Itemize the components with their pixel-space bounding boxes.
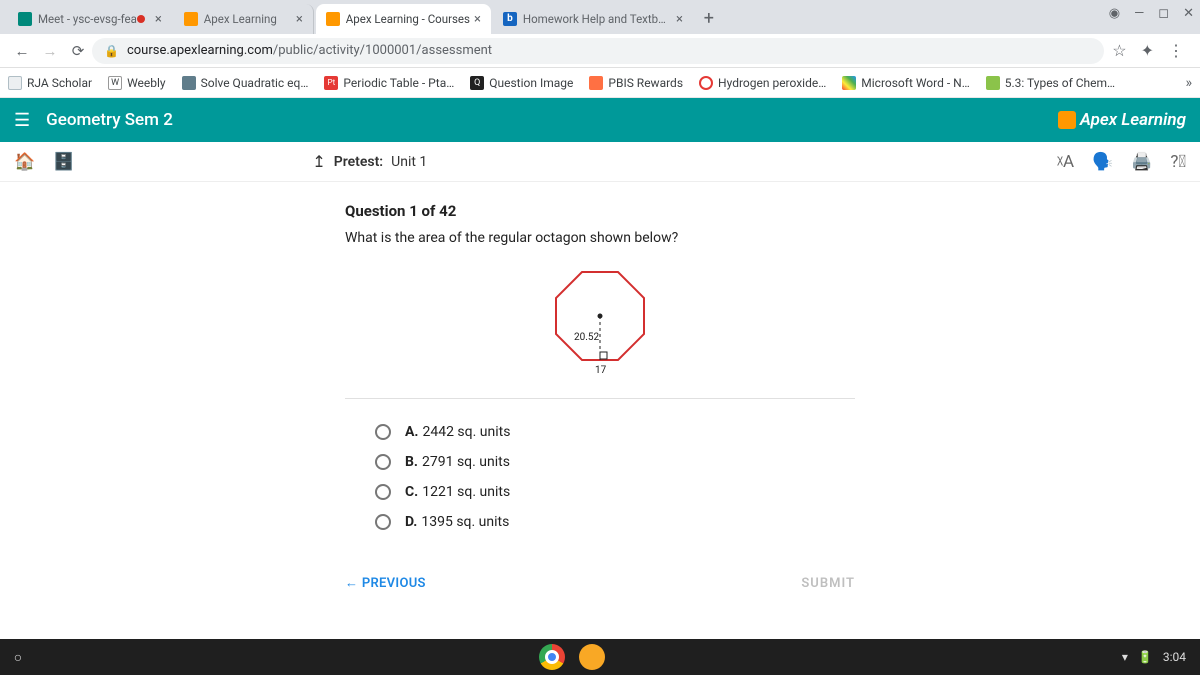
tab-title: Homework Help and Textbook S (523, 12, 672, 26)
radio-icon (375, 454, 391, 470)
calc-icon (182, 76, 196, 90)
radio-icon (375, 514, 391, 530)
tab-apex[interactable]: Apex Learning × (174, 4, 314, 34)
option-d[interactable]: D.1395 sq. units (345, 507, 855, 537)
maximize-icon[interactable]: ◻ (1158, 6, 1169, 21)
browser-tab-strip: Meet - ysc-evsg-fea × Apex Learning × Ap… (0, 0, 1200, 34)
minimize-icon[interactable]: — (1134, 6, 1144, 21)
apex-icon (184, 12, 198, 26)
close-icon[interactable]: × (155, 12, 162, 27)
bookmarks-bar: RJA Scholar WWeebly Solve Quadratic eq… … (0, 68, 1200, 98)
weebly-icon: W (108, 76, 122, 90)
window-controls: ◉ — ◻ ✕ (1109, 6, 1194, 21)
bookmark-pbis[interactable]: PBIS Rewards (589, 76, 683, 90)
question-prompt: What is the area of the regular octagon … (345, 230, 855, 246)
tab-title: Apex Learning - Courses (346, 12, 470, 26)
option-c[interactable]: C.1221 sq. units (345, 477, 855, 507)
battery-icon: 🔋 (1138, 650, 1153, 664)
bookmark-rja[interactable]: RJA Scholar (8, 76, 92, 90)
close-window-icon[interactable]: ✕ (1183, 6, 1194, 21)
extensions-icon[interactable]: ✦ (1141, 41, 1154, 60)
tab-title: Meet - ysc-evsg-fea (38, 12, 137, 26)
bookmark-quadratic[interactable]: Solve Quadratic eq… (182, 76, 309, 90)
os-taskbar: ○ ▾ 🔋 3:04 (0, 639, 1200, 675)
tab-meet[interactable]: Meet - ysc-evsg-fea × (8, 4, 172, 34)
breadcrumb[interactable]: ↥ Pretest: Unit 1 (312, 152, 427, 171)
flask-icon (986, 76, 1000, 90)
new-tab-button[interactable]: + (695, 4, 723, 34)
sync-icon[interactable]: ◉ (1109, 6, 1120, 21)
svg-text:17: 17 (595, 365, 607, 376)
bookmark-weebly[interactable]: WWeebly (108, 76, 166, 90)
star-icon[interactable]: ☆ (1112, 41, 1126, 60)
course-title: Geometry Sem 2 (46, 110, 173, 130)
q-icon: Q (470, 76, 484, 90)
url-host: course.apexlearning.com (127, 43, 273, 58)
breadcrumb-unit: Unit 1 (391, 154, 427, 170)
home-icon[interactable]: 🏠 (14, 152, 35, 172)
apex-brand: Apex Learning (1058, 110, 1186, 130)
up-icon: ↥ (312, 152, 325, 171)
answer-options: A.2442 sq. units B.2791 sq. units C.1221… (345, 417, 855, 537)
radio-icon (375, 484, 391, 500)
octagon-diagram: 20.52 17 (540, 260, 660, 380)
breadcrumb-label: Pretest: (334, 154, 383, 170)
reload-button[interactable]: ⟳ (64, 42, 92, 60)
back-button[interactable]: ← (8, 42, 36, 60)
svg-text:20.52: 20.52 (574, 332, 599, 343)
read-aloud-icon[interactable]: 🗣️ (1092, 152, 1113, 172)
help-icon[interactable]: ?⃝ (1170, 152, 1186, 172)
question-header: Question 1 of 42 (345, 202, 855, 220)
bookmark-question-image[interactable]: QQuestion Image (470, 76, 573, 90)
bookmark-hydrogen[interactable]: Hydrogen peroxide… (699, 76, 826, 90)
pbis-icon (589, 76, 603, 90)
option-b[interactable]: B.2791 sq. units (345, 447, 855, 477)
briefcase-icon[interactable]: 🗄️ (53, 152, 74, 172)
target-icon (699, 76, 713, 90)
wifi-icon: ▾ (1122, 650, 1128, 664)
apex-logo-icon (1058, 111, 1076, 129)
close-icon[interactable]: × (296, 12, 303, 27)
meet-icon (18, 12, 32, 26)
translate-icon[interactable]: ᵡA (1057, 152, 1074, 172)
bookmark-word[interactable]: Microsoft Word - N… (842, 76, 969, 90)
apex-header: ☰ Geometry Sem 2 Apex Learning (0, 98, 1200, 142)
apex-icon (326, 12, 340, 26)
hamburger-icon[interactable]: ☰ (14, 110, 30, 131)
address-bar-row: ← → ⟳ 🔒 course.apexlearning.com/public/a… (0, 34, 1200, 68)
submit-button[interactable]: SUBMIT (801, 576, 855, 591)
tab-title: Apex Learning (204, 12, 292, 26)
radio-icon (375, 424, 391, 440)
close-icon[interactable]: × (676, 12, 683, 27)
tab-homework[interactable]: b Homework Help and Textbook S × (493, 4, 693, 34)
chrome-app-icon[interactable] (539, 644, 565, 670)
url-path: /public/activity/1000001/assessment (273, 43, 492, 58)
bookmark-periodic[interactable]: PtPeriodic Table - Pta… (324, 76, 454, 90)
palette-icon (842, 76, 856, 90)
option-a[interactable]: A.2442 sq. units (345, 417, 855, 447)
lock-icon: 🔒 (104, 44, 119, 58)
bookmark-chem[interactable]: 5.3: Types of Chem… (986, 76, 1115, 90)
pt-icon: Pt (324, 76, 338, 90)
question-area: Question 1 of 42 What is the area of the… (0, 182, 1200, 639)
launcher-button[interactable]: ○ (0, 649, 36, 666)
previous-button[interactable]: ← PREVIOUS (345, 575, 426, 591)
bartleby-icon: b (503, 12, 517, 26)
menu-icon[interactable]: ⋮ (1168, 41, 1184, 60)
clock: 3:04 (1163, 650, 1186, 664)
recording-icon (137, 15, 145, 23)
bookmarks-overflow[interactable]: » (1185, 75, 1192, 91)
sub-toolbar: 🏠 🗄️ ↥ Pretest: Unit 1 ᵡA 🗣️ 🖨️ ?⃝ (0, 142, 1200, 182)
print-icon[interactable]: 🖨️ (1131, 152, 1152, 172)
tab-apex-courses[interactable]: Apex Learning - Courses × (316, 4, 491, 34)
question-figure: 20.52 17 (345, 260, 855, 399)
system-tray[interactable]: ▾ 🔋 3:04 (1108, 650, 1200, 664)
close-icon[interactable]: × (474, 12, 481, 27)
folder-icon (8, 76, 22, 90)
forward-button[interactable]: → (36, 42, 64, 60)
url-input[interactable]: 🔒 course.apexlearning.com/public/activit… (92, 38, 1104, 64)
app-icon[interactable] (579, 644, 605, 670)
